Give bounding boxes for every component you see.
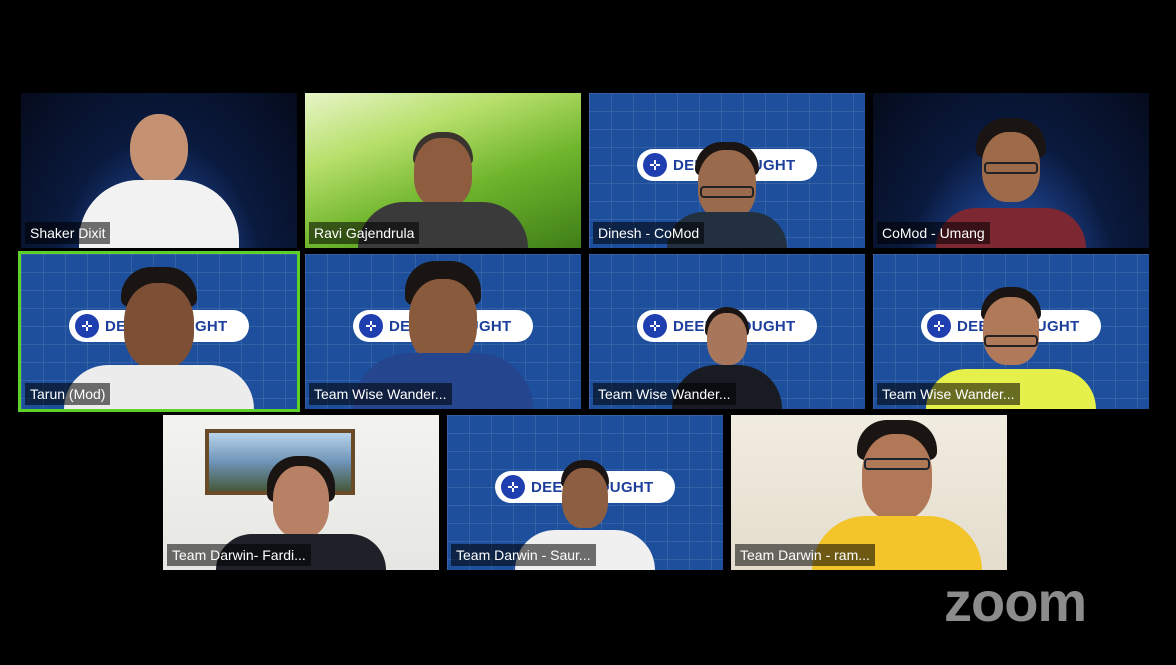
video-tile-team-wise-wanderers-1[interactable]: DEEP THOUGHT Team Wise Wander... (305, 254, 581, 409)
video-tile-tarun-mod-active-speaker[interactable]: DEEP THOUGHT Tarun (Mod) (18, 251, 300, 412)
participant-name: Team Wise Wander... (877, 383, 1020, 405)
video-tile-ravi-gajendrula[interactable]: Ravi Gajendrula (305, 93, 581, 248)
participant-name: Team Darwin - Saur... (451, 544, 596, 566)
participant-name: CoMod - Umang (877, 222, 990, 244)
video-tile-team-wise-wanderers-3[interactable]: DEEP THOUGHT Team Wise Wander... (873, 254, 1149, 409)
participant-name: Team Darwin- Fardi... (167, 544, 311, 566)
video-tile-team-darwin-saur[interactable]: DEEP THOUGHT Team Darwin - Saur... (447, 415, 723, 570)
participant-name: Team Darwin - ram... (735, 544, 875, 566)
video-tile-team-darwin-ram[interactable]: Team Darwin - ram... (731, 415, 1007, 570)
video-tile-comod-umang[interactable]: CoMod - Umang (873, 93, 1149, 248)
participant-name: Dinesh - CoMod (593, 222, 705, 244)
video-tile-dinesh-comod[interactable]: DEEP THOUGHT Dinesh - CoMod (589, 93, 865, 248)
participant-name: Ravi Gajendrula (309, 222, 420, 244)
video-tile-team-darwin-fardi[interactable]: Team Darwin- Fardi... (163, 415, 439, 570)
video-tile-team-wise-wanderers-2[interactable]: DEEP THOUGHT Team Wise Wander... (589, 254, 865, 409)
video-tile-shaker-dixit[interactable]: Shaker Dixit (21, 93, 297, 248)
participant-name: Team Wise Wander... (593, 383, 736, 405)
participant-name: Shaker Dixit (25, 222, 111, 244)
zoom-logo: zoom (944, 570, 1087, 633)
participant-name: Team Wise Wander... (309, 383, 452, 405)
participant-name: Tarun (Mod) (25, 383, 111, 405)
